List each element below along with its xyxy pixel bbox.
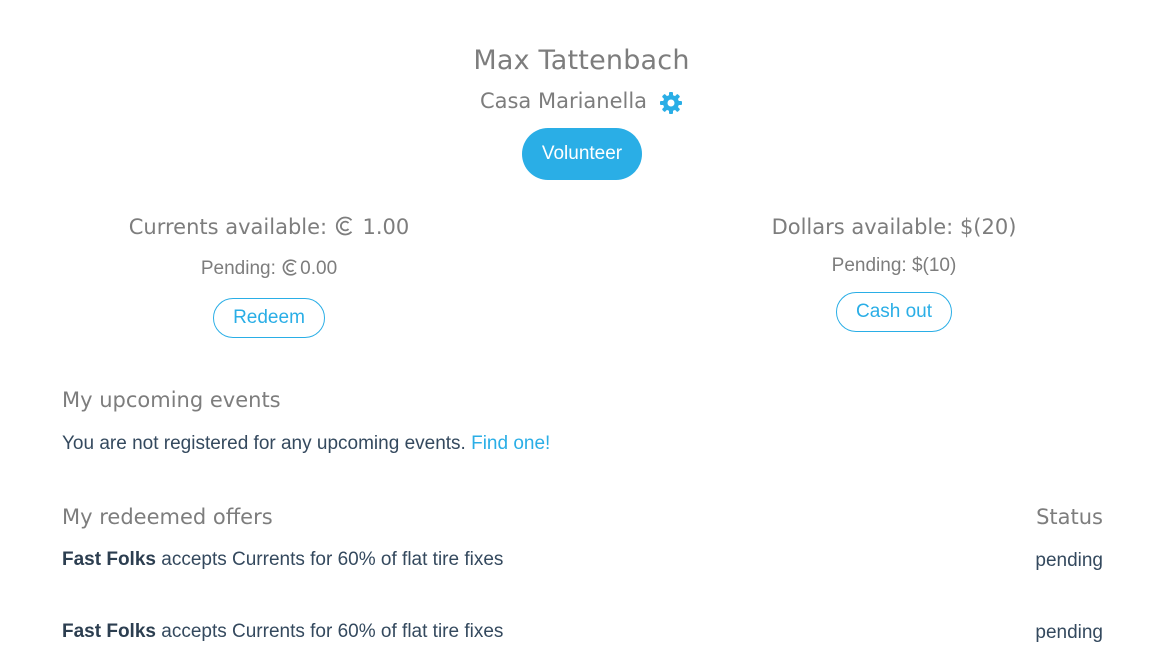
offer-terms: accepts Currents for 60% of flat tire fi… <box>161 621 504 642</box>
offer-terms: accepts Currents for 60% of flat tire fi… <box>161 549 504 570</box>
offer-description: Fast Folks accepts Currents for 60% of f… <box>62 617 503 647</box>
dollars-available: Dollars available: $(20) <box>684 208 1104 246</box>
status-column-header: Status <box>1036 505 1103 529</box>
organization-row: Casa Marianella <box>480 82 683 120</box>
redeem-button[interactable]: Redeem <box>213 298 325 338</box>
organization-name: Casa Marianella <box>479 89 648 113</box>
currents-available-value: 1.00 <box>362 215 410 239</box>
upcoming-events-title: My upcoming events <box>62 388 281 412</box>
currents-available-label: Currents available: <box>128 215 328 239</box>
offer-description: Fast Folks accepts Currents for 60% of f… <box>62 545 503 575</box>
currents-balance: Currents available: 1.00 Pending: 0.00 R… <box>59 208 479 338</box>
upcoming-events-empty-text: You are not registered for any upcoming … <box>62 433 466 454</box>
offer-status: pending <box>1035 622 1103 643</box>
find-event-link[interactable]: Find one! <box>471 433 550 454</box>
offer-status: pending <box>1035 550 1103 571</box>
cash-out-button[interactable]: Cash out <box>835 292 953 332</box>
dollars-balance: Dollars available: $(20) Pending: $(10) … <box>684 208 1104 332</box>
currents-pending-label: Pending: <box>200 258 276 279</box>
currents-pending-value: 0.00 <box>300 258 338 279</box>
redeemed-offers-title: My redeemed offers <box>62 505 273 529</box>
upcoming-events-empty: You are not registered for any upcoming … <box>62 430 550 458</box>
currents-pending: Pending: 0.00 <box>59 250 479 291</box>
offer-row: Fast Folks accepts Currents for 60% of f… <box>62 617 1103 647</box>
offer-business: Fast Folks <box>62 621 156 642</box>
dollars-pending-value: $(10) <box>911 255 957 276</box>
dollars-available-label: Dollars available: <box>771 215 954 239</box>
currents-icon <box>281 253 300 291</box>
dollars-available-value: $(20) <box>959 215 1017 239</box>
dollars-pending: Pending: $(10) <box>684 247 1104 285</box>
profile-header: Max Tattenbach Casa Marianella <box>0 40 1163 120</box>
currents-icon <box>334 211 356 249</box>
currents-available: Currents available: 1.00 <box>59 208 479 249</box>
user-name: Max Tattenbach <box>473 45 690 76</box>
offer-row: Fast Folks accepts Currents for 60% of f… <box>62 545 1103 575</box>
volunteer-button[interactable]: Volunteer <box>522 128 642 180</box>
dollars-pending-label: Pending: <box>831 255 907 276</box>
gear-icon[interactable] <box>659 89 683 114</box>
offer-business: Fast Folks <box>62 549 156 570</box>
